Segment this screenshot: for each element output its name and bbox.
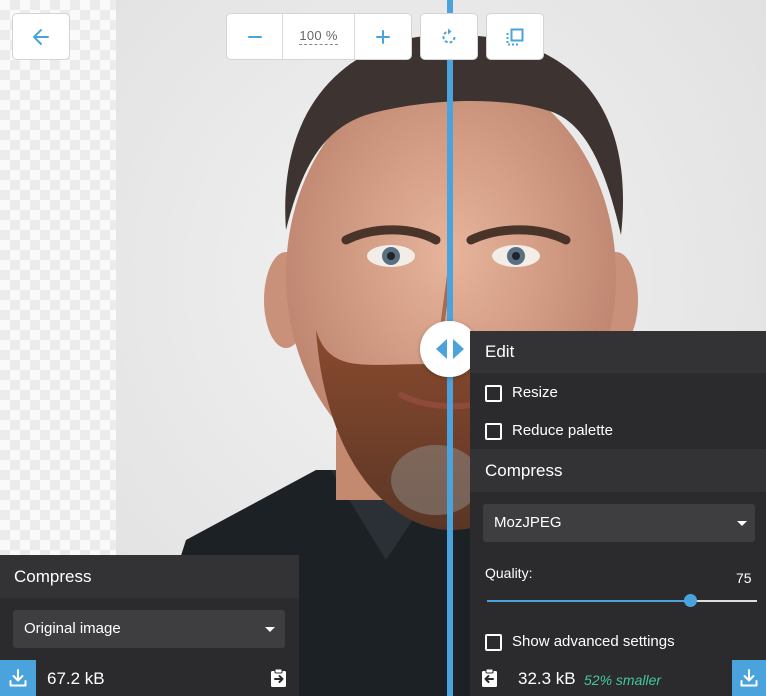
left-results-bar: 67.2 kB — [0, 660, 299, 696]
copy-settings-left-button[interactable] — [479, 668, 499, 688]
right-file-size: 32.3 kB — [518, 669, 576, 688]
left-compress-heading: Compress — [0, 555, 299, 598]
right-method-select-value: MozJPEG — [494, 514, 562, 531]
advanced-settings-label: Show advanced settings — [512, 633, 675, 650]
left-options-panel: Compress Original image 67.2 kB — [0, 555, 299, 696]
zoom-controls: 100 % — [226, 13, 412, 60]
quality-slider-handle[interactable] — [684, 594, 697, 607]
chevron-down-icon — [737, 521, 747, 526]
quality-value: 75 — [736, 570, 752, 586]
right-download-button[interactable] — [732, 660, 766, 696]
left-file-size: 67.2 kB — [47, 669, 105, 688]
download-icon — [740, 669, 758, 687]
zoom-out-button[interactable] — [227, 14, 283, 59]
background-toggle-button[interactable] — [486, 13, 544, 60]
left-download-button[interactable] — [0, 660, 36, 696]
copy-settings-right-button[interactable] — [269, 668, 289, 688]
resize-option[interactable]: Resize — [470, 373, 766, 411]
edit-heading: Edit — [470, 331, 766, 373]
right-compress-heading: Compress — [470, 449, 766, 492]
plus-icon — [376, 29, 390, 44]
arrow-left-handle-icon — [436, 339, 447, 359]
quality-label: Quality: — [485, 565, 533, 581]
arrow-right-handle-icon — [453, 339, 464, 359]
right-method-select[interactable]: MozJPEG — [483, 504, 755, 542]
chevron-down-icon — [265, 627, 275, 632]
right-results-bar: 32.3 kB 52% smaller — [470, 660, 766, 696]
minus-icon — [247, 35, 262, 38]
rotate-button[interactable] — [420, 13, 478, 60]
advanced-settings-checkbox[interactable] — [485, 634, 502, 651]
arrow-left-icon — [33, 28, 49, 45]
reduce-palette-label: Reduce palette — [512, 422, 613, 439]
rotate-icon — [442, 28, 456, 43]
copy-settings-right-icon — [271, 668, 286, 687]
quality-slider-fill — [487, 600, 690, 602]
back-button[interactable] — [12, 13, 70, 60]
resize-checkbox[interactable] — [485, 385, 502, 402]
copy-settings-left-icon — [482, 668, 497, 687]
toggle-background-icon — [506, 28, 524, 45]
right-compress-section: MozJPEG Quality: 75 Show advanced settin… — [470, 492, 766, 662]
right-options-panel: Edit Resize Reduce palette Compress MozJ… — [470, 331, 766, 696]
zoom-in-button[interactable] — [355, 14, 411, 59]
left-compress-section: Original image — [0, 598, 299, 660]
savings-label: 52% smaller — [584, 672, 662, 688]
left-method-select[interactable]: Original image — [13, 610, 285, 648]
resize-label: Resize — [512, 384, 558, 401]
quality-slider[interactable] — [487, 594, 757, 607]
left-method-select-value: Original image — [24, 620, 121, 637]
download-icon — [9, 669, 27, 687]
reduce-palette-checkbox[interactable] — [485, 423, 502, 440]
zoom-level-field[interactable]: 100 % — [283, 14, 355, 59]
zoom-level-value: 100 % — [299, 28, 338, 45]
reduce-palette-option[interactable]: Reduce palette — [470, 411, 766, 449]
